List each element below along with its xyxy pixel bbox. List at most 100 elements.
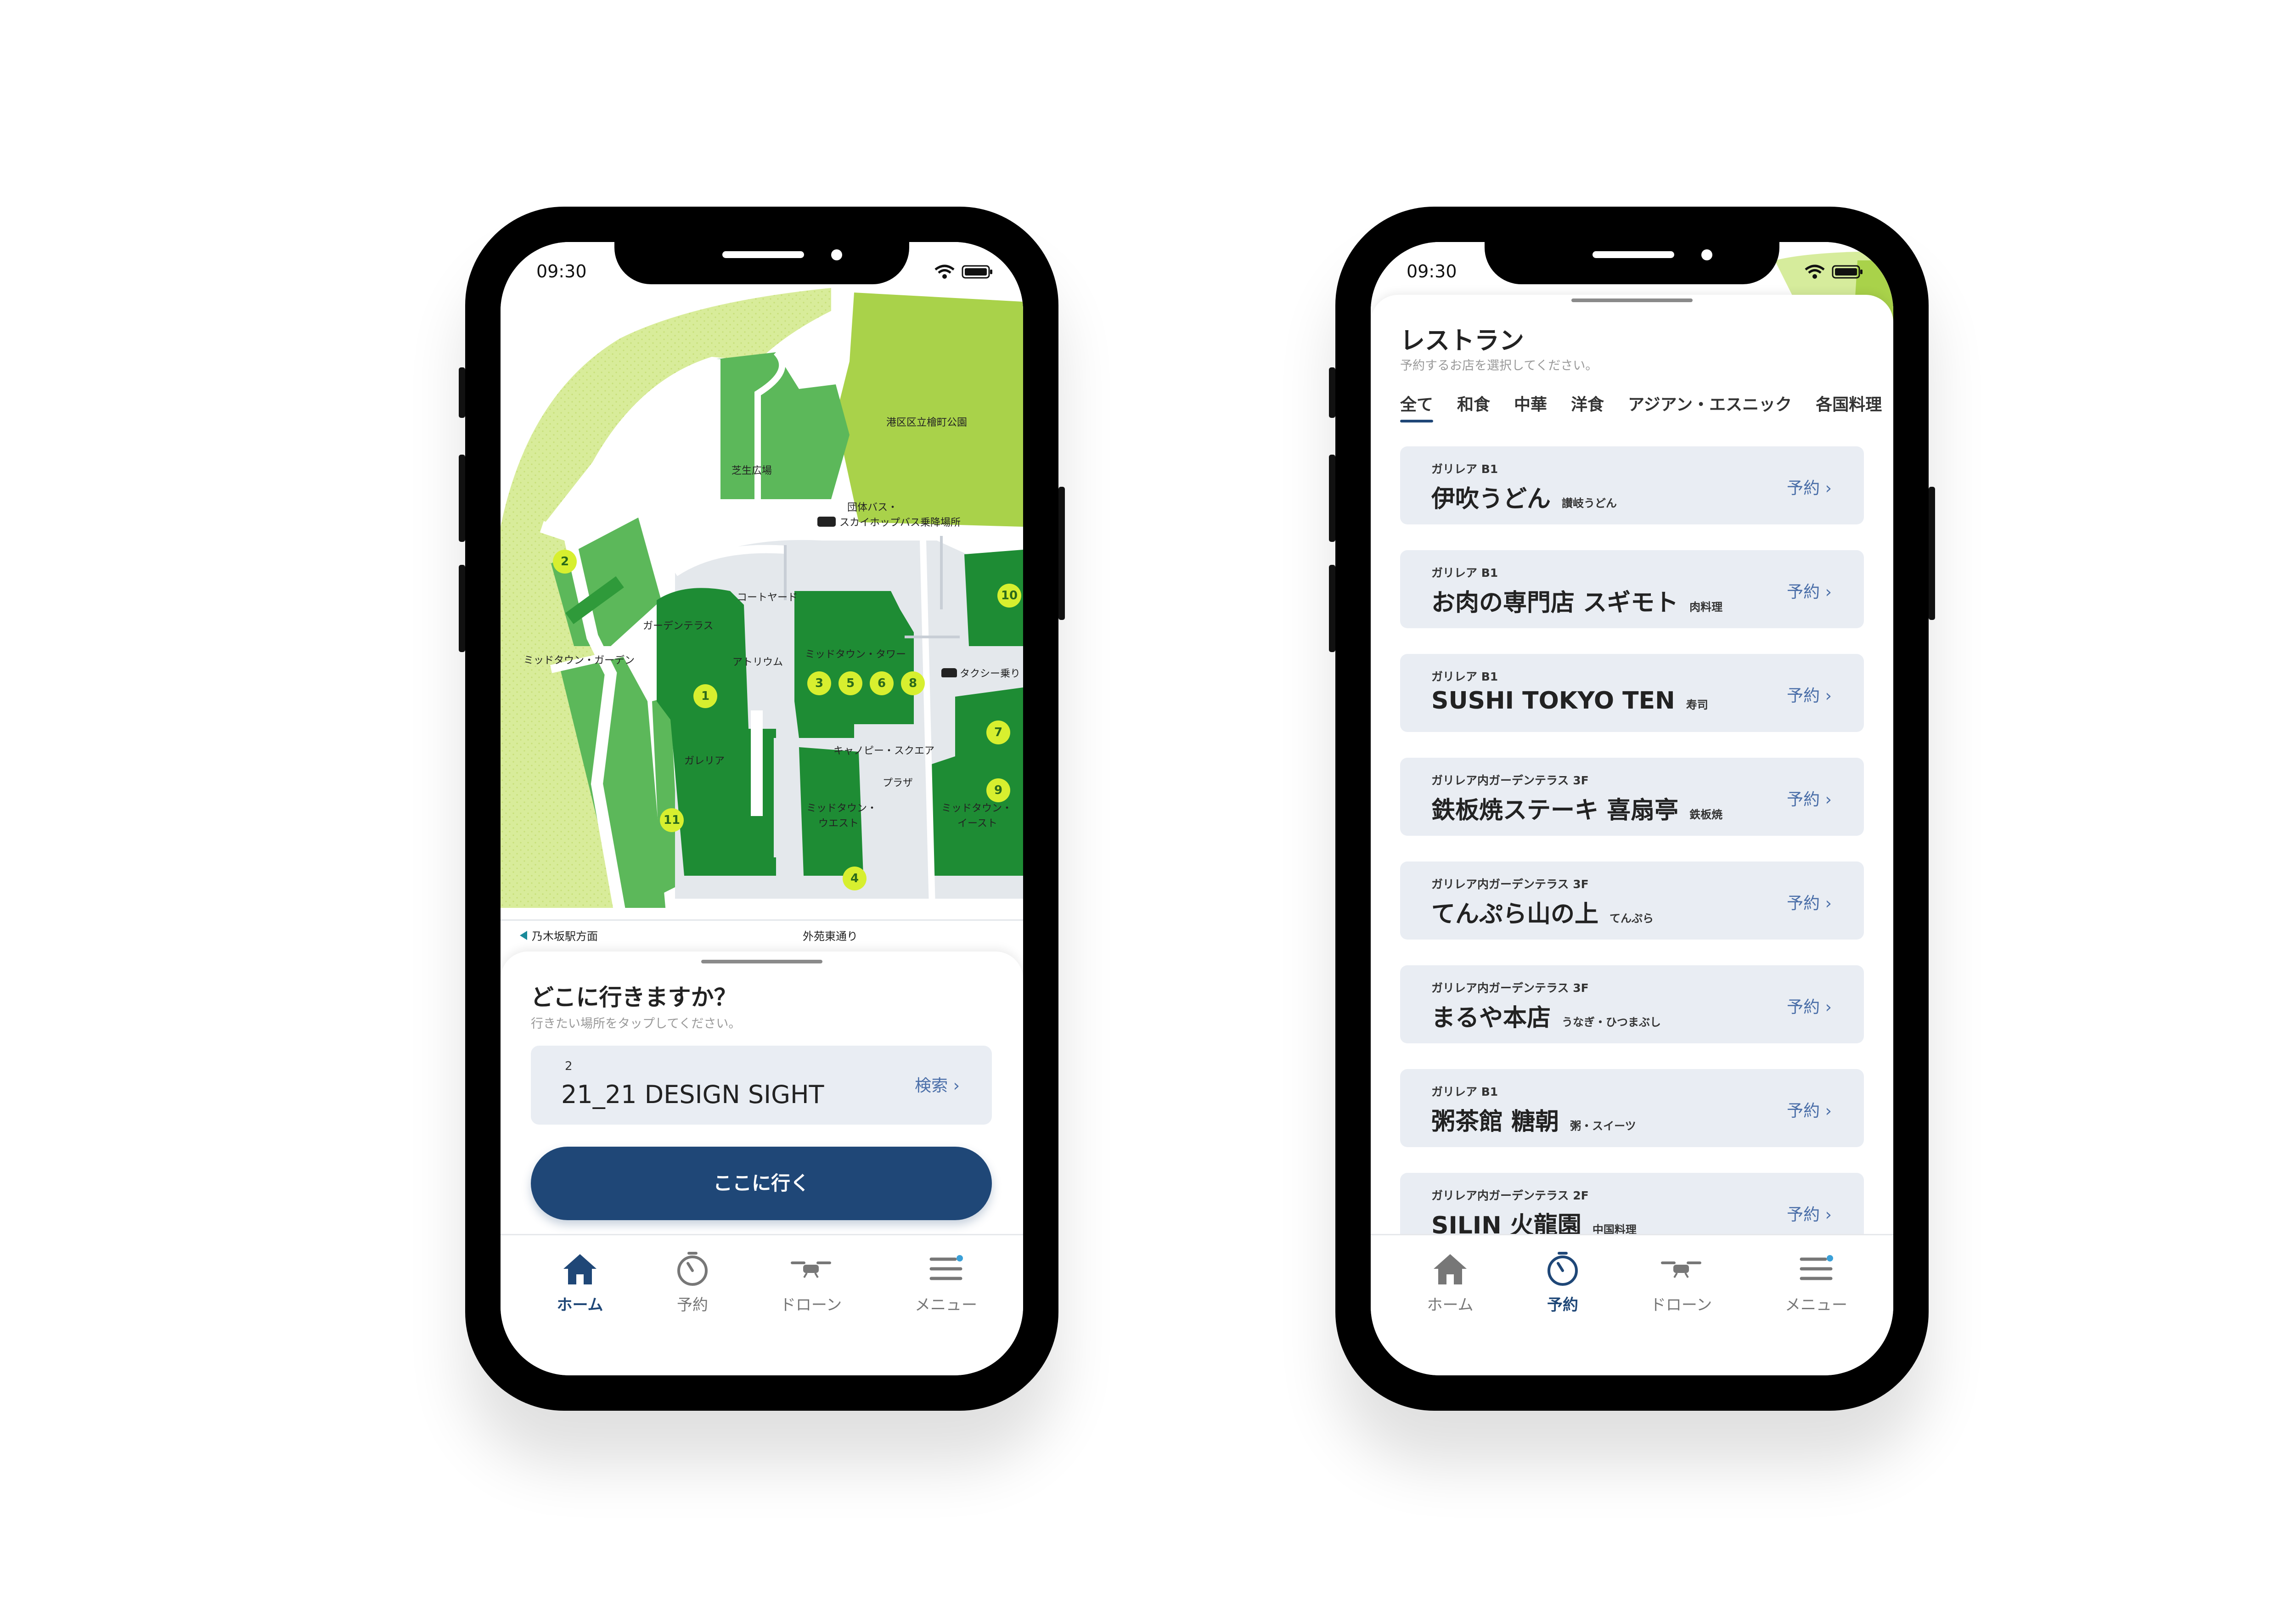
battery-icon <box>962 265 992 279</box>
label-bus-2: スカイホップバス乗降場所 <box>817 514 961 529</box>
restaurant-genre: 讃岐うどん <box>1562 497 1617 510</box>
map-pin-5[interactable]: 5 <box>838 671 862 695</box>
tab-home[interactable]: ホーム <box>534 1248 626 1315</box>
campus-map[interactable]: 港区区立檜町公園 芝生広場 団体バス・ スカイホップバス乗降場所 コートヤード … <box>501 242 1023 958</box>
category-chinese[interactable]: 中華 <box>1514 391 1547 415</box>
restaurant-card[interactable]: ガリレア内ガーデンテラス 3F 鉄板焼ステーキ 喜扇亭 鉄板焼 予約 › <box>1400 758 1864 836</box>
go-here-button[interactable]: ここに行く <box>531 1147 992 1220</box>
tab-menu[interactable]: メニュー <box>1770 1248 1862 1315</box>
category-all[interactable]: 全て <box>1400 391 1434 422</box>
reserve-link[interactable]: 予約 › <box>1787 475 1832 499</box>
label-east-2: イースト <box>957 818 997 829</box>
restaurant-card[interactable]: ガリレア B1 伊吹うどん 讃岐うどん 予約 › <box>1400 446 1864 524</box>
tab-drone[interactable]: ドローン <box>765 1248 857 1315</box>
volume-down-button <box>1329 565 1335 652</box>
restaurants-title: レストラン <box>1400 326 1524 355</box>
reserve-link[interactable]: 予約 › <box>1787 890 1832 914</box>
menu-icon <box>929 1255 963 1280</box>
restaurant-name-row: お肉の専門店 スギモト 肉料理 <box>1431 583 1722 618</box>
phone-left: 09:30 港区区立檜町公園 芝生広場 団体バス・ スカイホップバス乗降場所 コ… <box>459 207 1065 1411</box>
restaurant-genre: 粥・スイーツ <box>1570 1120 1636 1132</box>
map-pin-3[interactable]: 3 <box>807 671 831 695</box>
category-japanese[interactable]: 和食 <box>1457 391 1490 415</box>
tab-drone[interactable]: ドローン <box>1635 1248 1727 1315</box>
map-pin-7[interactable]: 7 <box>986 721 1010 744</box>
menu-icon <box>1800 1255 1833 1280</box>
map-pin-11[interactable]: 11 <box>660 808 684 832</box>
restaurant-location: ガリレア内ガーデンテラス 2F <box>1431 1189 1589 1202</box>
restaurant-card[interactable]: ガリレア B1 SUSHI TOKYO TEN 寿司 予約 › <box>1400 654 1864 732</box>
restaurant-location: ガリレア B1 <box>1431 670 1498 683</box>
tab-menu[interactable]: メニュー <box>900 1248 992 1315</box>
restaurant-location: ガリレア B1 <box>1431 462 1498 476</box>
home-icon <box>1434 1254 1467 1284</box>
label-nogizaka: 乃木坂駅方面 <box>532 930 598 943</box>
taxi-icon <box>941 668 957 677</box>
restaurant-card[interactable]: ガリレア内ガーデンテラス 2F SILIN 火龍園 中国料理 予約 › <box>1400 1173 1864 1236</box>
restaurant-location: ガリレア B1 <box>1431 566 1498 580</box>
tab-home[interactable]: ホーム <box>1404 1248 1496 1315</box>
restaurant-name: てんぷら山の上 <box>1431 901 1599 928</box>
notch <box>1485 242 1779 284</box>
tab-reservation[interactable]: 予約 <box>647 1248 738 1315</box>
restaurant-location: ガリレア内ガーデンテラス 3F <box>1431 774 1589 787</box>
timer-icon <box>677 1252 708 1286</box>
status-icons <box>1804 264 1864 280</box>
reserve-link[interactable]: 予約 › <box>1787 579 1832 602</box>
sheet-grabber[interactable] <box>1571 298 1693 302</box>
category-western[interactable]: 洋食 <box>1571 391 1604 415</box>
restaurant-card[interactable]: ガリレア内ガーデンテラス 3F てんぷら山の上 てんぷら 予約 › <box>1400 861 1864 940</box>
map-pin-2[interactable]: 2 <box>553 550 577 574</box>
restaurant-card[interactable]: ガリレア B1 お肉の専門店 スギモト 肉料理 予約 › <box>1400 550 1864 628</box>
restaurant-card[interactable]: ガリレア B1 粥茶館 糖朝 粥・スイーツ 予約 › <box>1400 1069 1864 1147</box>
restaurant-genre: てんぷら <box>1609 912 1654 925</box>
map-pin-1[interactable]: 1 <box>693 684 717 708</box>
reserve-link[interactable]: 予約 › <box>1787 1098 1832 1121</box>
map-pin-10[interactable]: 10 <box>997 584 1021 608</box>
bus-icon <box>817 517 836 527</box>
screen-home: 09:30 港区区立檜町公園 芝生広場 団体バス・ スカイホップバス乗降場所 コ… <box>501 242 1023 1375</box>
category-tabs: 全て 和食 中華 洋食 アジアン・エスニック 各国料理 <box>1400 391 1893 422</box>
search-link[interactable]: 検索 › <box>915 1072 960 1096</box>
restaurants-subtitle: 予約するお店を選択してください。 <box>1400 359 1598 373</box>
tab-drone-label: ドローン <box>780 1296 842 1314</box>
category-international[interactable]: 各国料理 <box>1816 391 1882 415</box>
reserve-link[interactable]: 予約 › <box>1787 682 1832 706</box>
map-pin-6[interactable]: 6 <box>870 671 894 695</box>
volume-up-button <box>1329 455 1335 542</box>
restaurant-name: SUSHI TOKYO TEN <box>1431 687 1675 715</box>
label-west-2: ウエスト <box>818 818 859 829</box>
restaurant-name-row: まるや本店 うなぎ・ひつまぶし <box>1431 998 1661 1033</box>
label-bus-2-text: スカイホップバス乗降場所 <box>839 517 961 529</box>
drone-icon <box>1661 1261 1701 1278</box>
reserve-link[interactable]: 予約 › <box>1787 1201 1832 1225</box>
sheet-grabber[interactable] <box>701 960 822 963</box>
tab-reservation-label: 予約 <box>677 1296 708 1314</box>
notch <box>614 242 909 284</box>
restaurant-genre: うなぎ・ひつまぶし <box>1562 1016 1661 1029</box>
sheet-title: どこに行きますか？ <box>531 984 737 1011</box>
map-pin-9[interactable]: 9 <box>986 778 1010 802</box>
restaurant-name-row: 伊吹うどん 讃岐うどん <box>1431 479 1617 514</box>
category-asian-ethnic[interactable]: アジアン・エスニック <box>1628 391 1792 415</box>
label-lawn: 芝生広場 <box>732 465 772 477</box>
map-pin-4[interactable]: 4 <box>843 867 867 890</box>
map-pin-8[interactable]: 8 <box>901 671 925 695</box>
restaurant-name-row: 粥茶館 糖朝 粥・スイーツ <box>1431 1102 1636 1137</box>
tab-home-label: ホーム <box>557 1296 603 1314</box>
destination-field[interactable]: 2 21_21 DESIGN SIGHT 検索 › <box>531 1046 992 1125</box>
label-midtown-tower: ミッドタウン・タワー <box>805 649 906 660</box>
tab-reservation[interactable]: 予約 <box>1517 1248 1609 1315</box>
reserve-link[interactable]: 予約 › <box>1787 786 1832 810</box>
restaurant-location: ガリレア内ガーデンテラス 3F <box>1431 878 1589 891</box>
drone-icon <box>791 1261 831 1278</box>
tab-bar: ホーム 予約 ドローン メニュー <box>501 1234 1023 1375</box>
tab-drone-label: ドローン <box>1650 1296 1712 1314</box>
power-button <box>1929 487 1935 620</box>
reserve-link[interactable]: 予約 › <box>1787 994 1832 1018</box>
restaurant-card[interactable]: ガリレア内ガーデンテラス 3F まるや本店 うなぎ・ひつまぶし 予約 › <box>1400 965 1864 1043</box>
status-time: 09:30 <box>1407 261 1457 282</box>
sheet-subtitle: 行きたい場所をタップしてください。 <box>531 1017 741 1031</box>
label-canopy-square: キャノピー・スクエア <box>833 745 935 757</box>
destination-number: 2 <box>565 1059 573 1073</box>
